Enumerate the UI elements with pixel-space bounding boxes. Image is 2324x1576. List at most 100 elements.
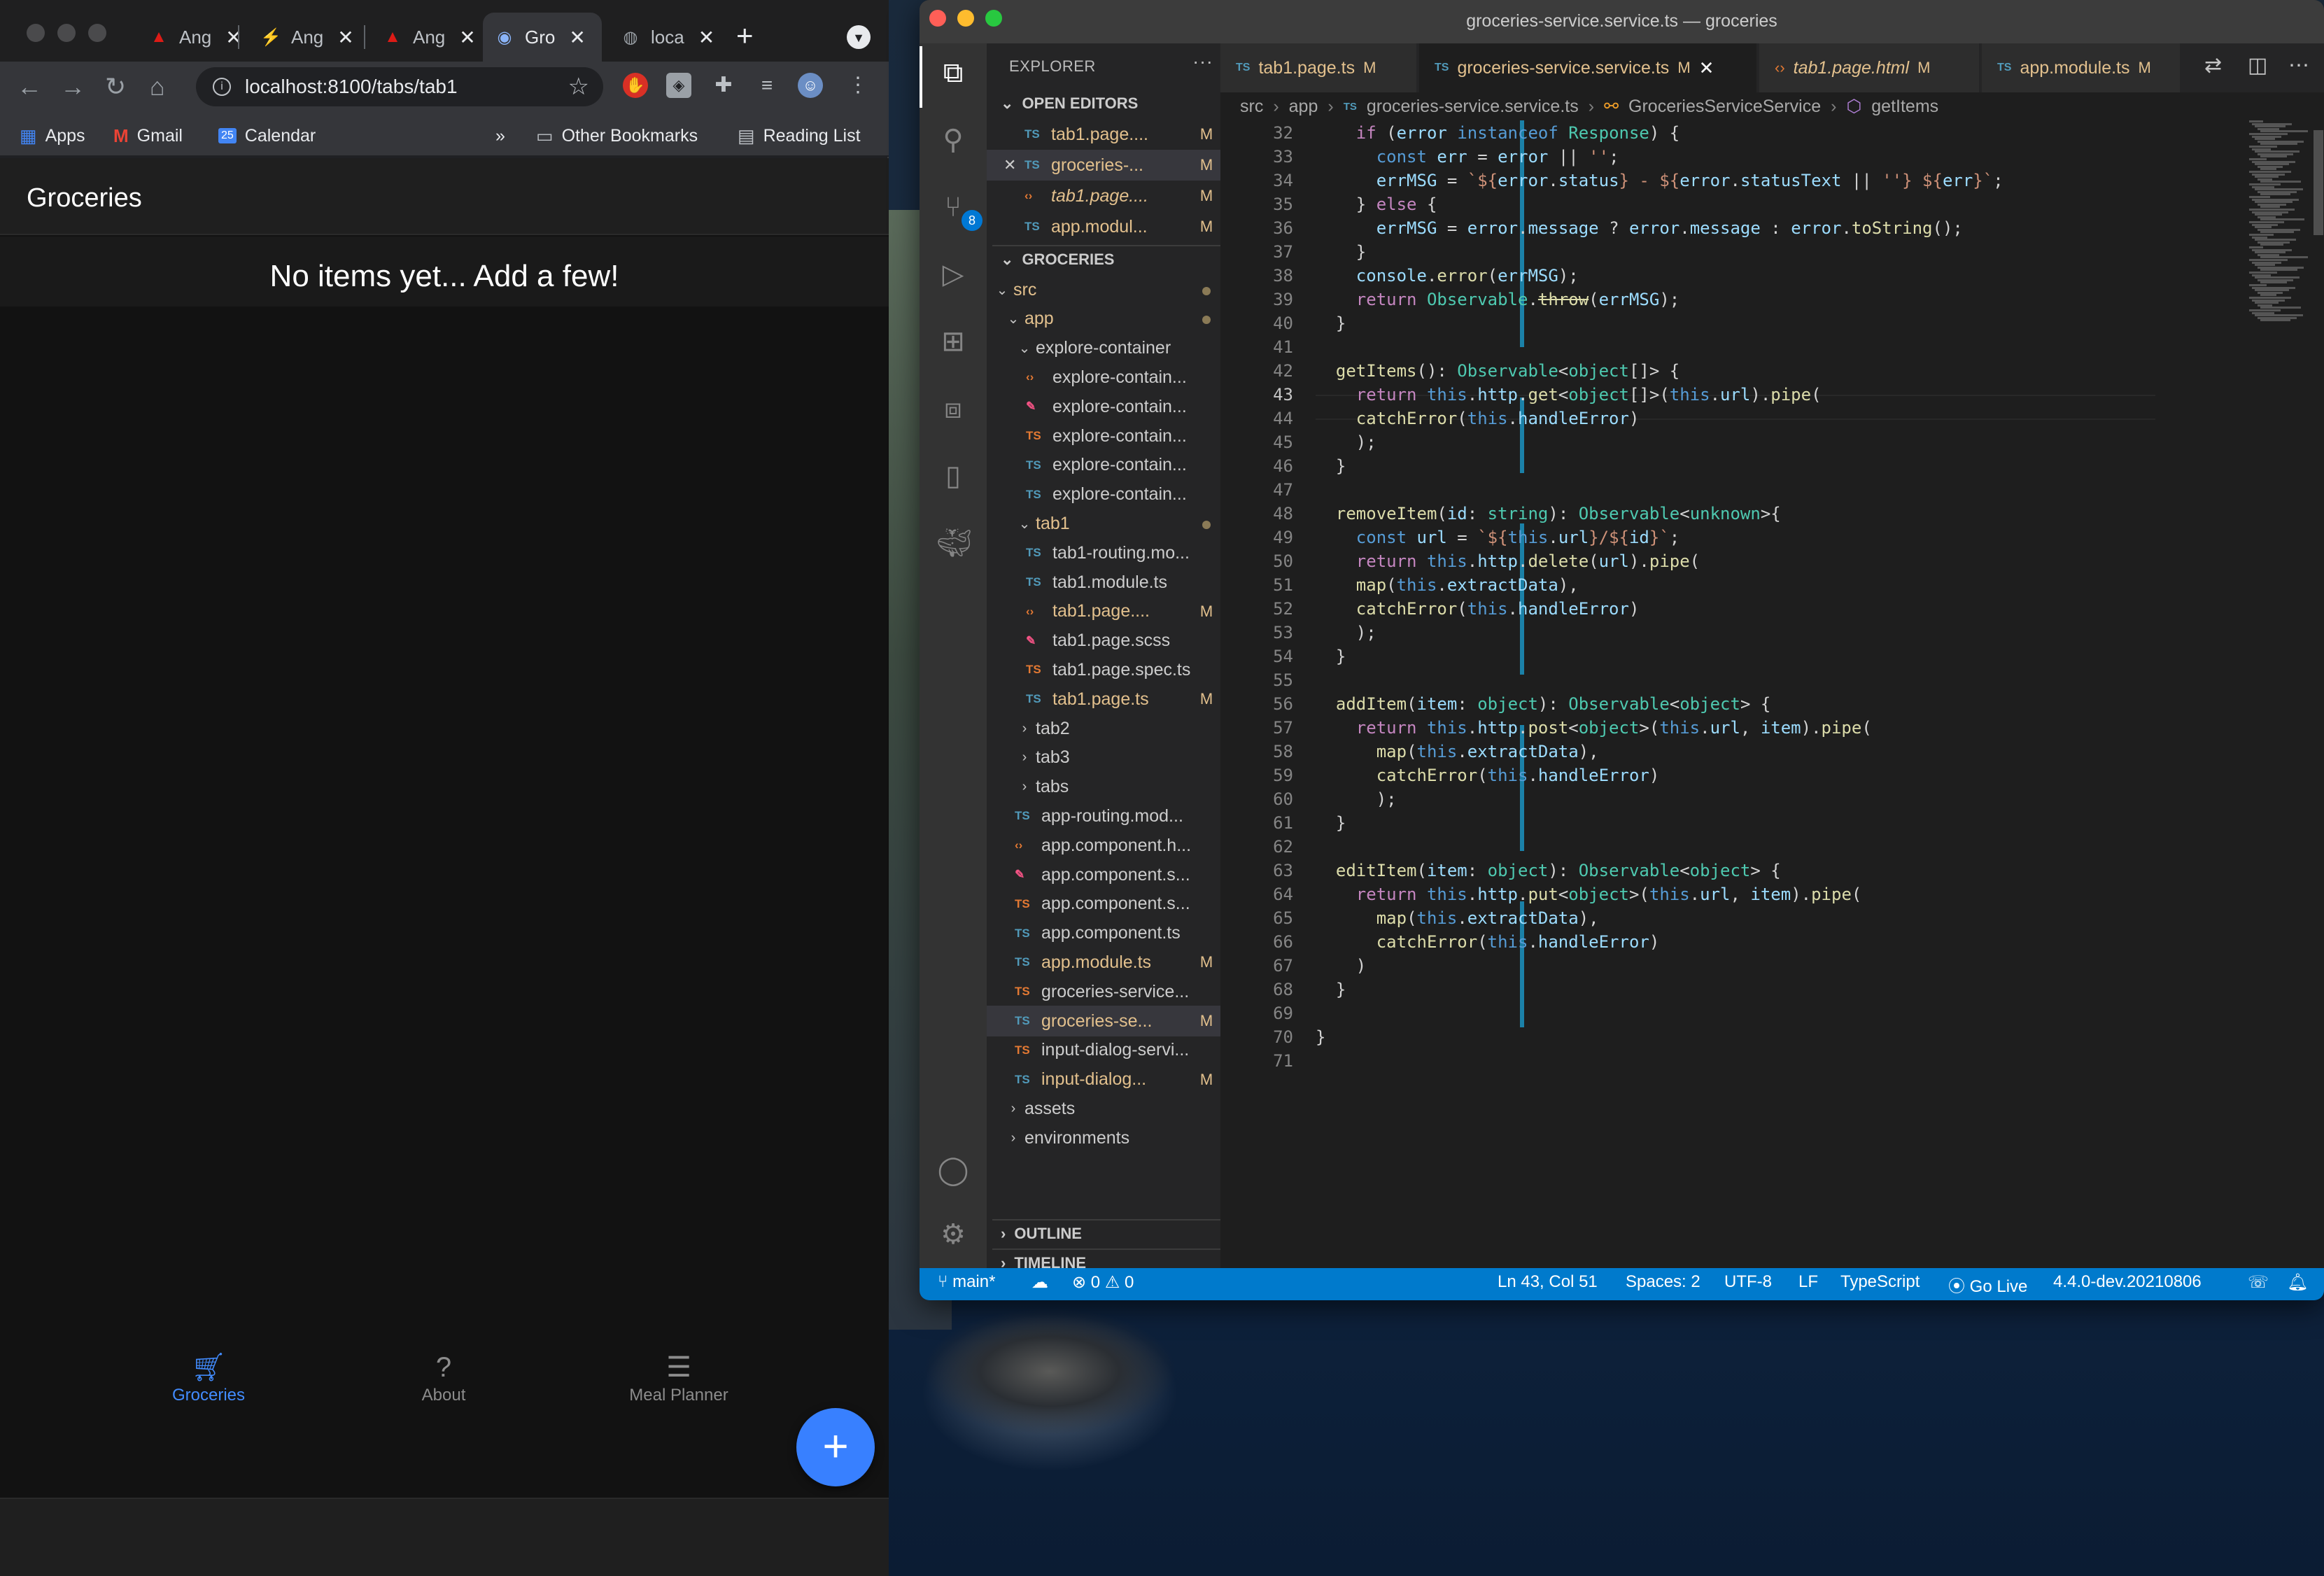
- extension-icon[interactable]: ◈: [666, 73, 691, 98]
- language-mode-status[interactable]: TypeScript: [1840, 1272, 1920, 1292]
- feedback-icon[interactable]: ☏: [2248, 1272, 2269, 1293]
- folder-item[interactable]: ⌄ app: [987, 304, 1220, 335]
- close-icon[interactable]: ✕: [337, 26, 353, 49]
- project-section[interactable]: ⌄ GROCERIES: [992, 245, 1220, 273]
- bookmark-apps[interactable]: ▦ Apps: [20, 122, 85, 150]
- bookmarks-overflow[interactable]: »: [495, 122, 505, 150]
- folder-item[interactable]: ⌄ src: [987, 274, 1220, 305]
- file-item[interactable]: TS input-dialog... M: [987, 1064, 1220, 1095]
- file-item[interactable]: ✎ app.component.s...: [987, 859, 1220, 890]
- bookmark-gmail[interactable]: M Gmail: [113, 122, 183, 150]
- breadcrumb-item[interactable]: src: [1240, 97, 1263, 117]
- back-icon[interactable]: ←: [17, 73, 42, 101]
- editor-tab[interactable]: TS app.module.ts M: [1982, 43, 2181, 92]
- scrollbar-thumb[interactable]: [2314, 130, 2323, 235]
- file-item[interactable]: TS tab1.page.spec.ts: [987, 654, 1220, 685]
- home-icon[interactable]: ⌂: [150, 73, 165, 101]
- add-item-fab-button[interactable]: +: [796, 1408, 875, 1486]
- new-tab-button[interactable]: +: [736, 21, 754, 50]
- file-item[interactable]: TS explore-contain...: [987, 450, 1220, 481]
- forward-icon[interactable]: →: [60, 73, 85, 101]
- site-info-icon[interactable]: i: [213, 78, 231, 96]
- eol-status[interactable]: LF: [1798, 1272, 1818, 1292]
- open-editor-item[interactable]: TS app.modul... M: [987, 211, 1220, 242]
- file-item[interactable]: TS app.component.s...: [987, 889, 1220, 920]
- open-editor-item[interactable]: ✕ TS groceries-... M: [987, 150, 1220, 181]
- address-bar[interactable]: i localhost:8100/tabs/tab1 ☆: [196, 67, 603, 106]
- settings-gear-icon[interactable]: ⚙: [936, 1218, 970, 1251]
- reload-icon[interactable]: ↻: [105, 73, 126, 101]
- file-item[interactable]: ✎ tab1.page.scss: [987, 626, 1220, 656]
- file-item[interactable]: TS groceries-se... M: [987, 1006, 1220, 1036]
- file-item[interactable]: TS tab1.module.ts: [987, 567, 1220, 598]
- chrome-menu-icon[interactable]: ⋮: [845, 73, 871, 98]
- tab-groceries[interactable]: 🛒︎ Groceries: [104, 1352, 314, 1405]
- run-debug-icon[interactable]: ▷: [936, 258, 970, 291]
- folder-item[interactable]: ⌄ explore-container: [987, 333, 1220, 364]
- code-editor[interactable]: 32 if (error instanceof Response) {33 co…: [1220, 120, 2324, 1268]
- more-actions-icon[interactable]: ⋯: [2288, 53, 2309, 78]
- folder-item[interactable]: ⌄ tab1: [987, 508, 1220, 539]
- open-editors-section[interactable]: ⌄ OPEN EDITORS: [992, 90, 1220, 118]
- cursor-position[interactable]: Ln 43, Col 51: [1498, 1272, 1598, 1292]
- close-icon[interactable]: ✕: [1003, 156, 1020, 174]
- browser-tab[interactable]: ◍ loca ✕: [609, 13, 726, 62]
- open-editor-item[interactable]: TS tab1.page.... M: [987, 119, 1220, 150]
- folder-item[interactable]: › assets: [987, 1093, 1220, 1124]
- close-icon[interactable]: ✕: [225, 26, 241, 49]
- folder-item[interactable]: › tabs: [987, 772, 1220, 803]
- typescript-version-status[interactable]: 4.4.0-dev.20210806: [2053, 1272, 2202, 1292]
- bookmark-other[interactable]: ▭ Other Bookmarks: [536, 122, 698, 150]
- editor-tab[interactable]: ‹› tab1.page.html M: [1759, 43, 1980, 92]
- breadcrumb-item[interactable]: app: [1289, 97, 1318, 117]
- file-item[interactable]: TS app.module.ts M: [987, 947, 1220, 978]
- browser-tab-active[interactable]: ◉ Gro ✕: [483, 13, 602, 62]
- close-icon[interactable]: ✕: [698, 26, 714, 49]
- accounts-icon[interactable]: ◯: [936, 1153, 970, 1187]
- folder-item[interactable]: › environments: [987, 1123, 1220, 1153]
- sync-icon[interactable]: ☁: [1031, 1272, 1048, 1293]
- file-item[interactable]: TS groceries-service...: [987, 976, 1220, 1007]
- browser-tab[interactable]: ⚡ Ang ✕: [249, 13, 365, 62]
- editor-scrollbar[interactable]: [2314, 120, 2323, 1268]
- bookmarks-icon[interactable]: ▯: [936, 459, 970, 493]
- more-actions-icon[interactable]: ···: [1192, 50, 1213, 73]
- outline-section[interactable]: › OUTLINE: [992, 1219, 1220, 1247]
- avatar[interactable]: ☺: [798, 73, 823, 98]
- open-editor-item[interactable]: ‹› tab1.page.... M: [987, 181, 1220, 211]
- folder-item[interactable]: › tab2: [987, 713, 1220, 744]
- file-item[interactable]: ✎ explore-contain...: [987, 391, 1220, 422]
- close-icon[interactable]: ✕: [459, 26, 475, 49]
- remote-explorer-icon[interactable]: ⧈: [936, 392, 970, 425]
- close-icon[interactable]: ✕: [569, 26, 585, 49]
- chrome-close-button[interactable]: [27, 24, 45, 42]
- reading-list-icon[interactable]: ≡: [754, 73, 780, 98]
- split-editor-icon[interactable]: ◫: [2248, 53, 2267, 78]
- problems-status[interactable]: ⊗ 0 ⚠ 0: [1072, 1272, 1134, 1293]
- editor-tab-active[interactable]: TS groceries-service.service.ts M ✕: [1419, 43, 1758, 92]
- file-item[interactable]: TS tab1-routing.mo...: [987, 537, 1220, 568]
- go-live-button[interactable]: ⦿ Go Live: [1948, 1272, 2027, 1297]
- editor-tab[interactable]: TS tab1.page.ts M: [1220, 43, 1418, 92]
- branch-status[interactable]: ⑂ main*: [938, 1272, 995, 1292]
- adblock-extension-icon[interactable]: ✋: [623, 73, 648, 98]
- minimap[interactable]: [2249, 120, 2312, 330]
- file-item[interactable]: TS tab1.page.ts M: [987, 684, 1220, 715]
- file-item[interactable]: TS app-routing.mod...: [987, 801, 1220, 831]
- encoding-status[interactable]: UTF-8: [1724, 1272, 1772, 1292]
- file-item[interactable]: TS input-dialog-servi...: [987, 1035, 1220, 1066]
- breadcrumb-item[interactable]: getItems: [1871, 97, 1938, 117]
- tab-about[interactable]: ? About: [339, 1352, 549, 1405]
- explorer-icon[interactable]: ⧉: [936, 56, 970, 90]
- close-icon[interactable]: ✕: [1699, 57, 1714, 79]
- file-item[interactable]: TS explore-contain...: [987, 421, 1220, 451]
- docker-icon[interactable]: 🐳︎: [936, 526, 972, 560]
- chrome-zoom-button[interactable]: [88, 24, 106, 42]
- breadcrumb-item[interactable]: groceries-service.service.ts: [1367, 97, 1579, 117]
- chrome-minimize-button[interactable]: [57, 24, 76, 42]
- bookmark-calendar[interactable]: 25 Calendar: [218, 122, 316, 150]
- notifications-bell-icon[interactable]: 🔔︎: [2287, 1272, 2308, 1293]
- extensions-icon[interactable]: ⊞: [936, 325, 970, 358]
- folder-item[interactable]: › tab3: [987, 743, 1220, 773]
- bookmark-reading-list[interactable]: ▤ Reading List: [738, 122, 861, 150]
